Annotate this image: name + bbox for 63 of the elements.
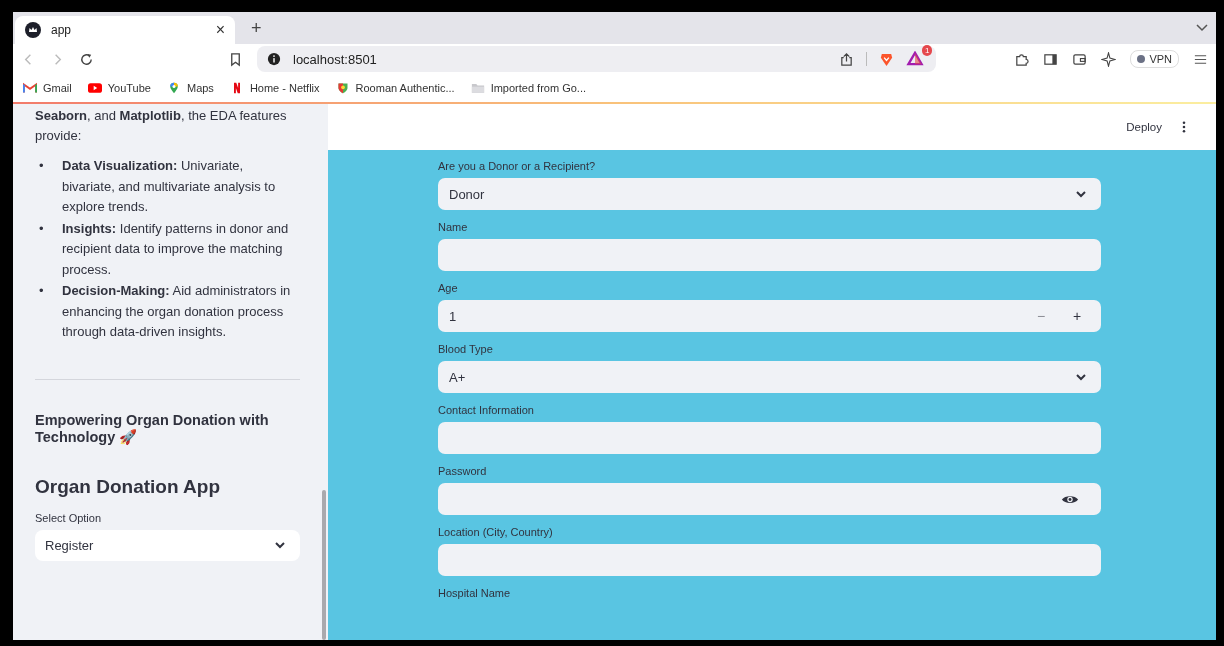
chevron-down-icon: [1075, 373, 1087, 381]
bookmark-item[interactable]: Gmail: [23, 82, 72, 94]
field-label: Blood Type: [438, 343, 494, 355]
share-icon[interactable]: [839, 51, 855, 67]
bookmark-item[interactable]: YouTube: [87, 82, 151, 94]
address-bar[interactable]: localhost:8501 1: [257, 46, 937, 72]
field-label: Location (City, Country): [438, 526, 554, 538]
password-field[interactable]: [438, 483, 1101, 515]
browser-tab[interactable]: app ×: [15, 16, 235, 44]
intro-text: Seaborn, and Matplotlib, the EDA features provide:: [35, 107, 288, 145]
input-field[interactable]: [438, 544, 1101, 576]
increment-button[interactable]: +: [1067, 308, 1087, 324]
puzzle-icon[interactable]: [1014, 51, 1030, 67]
triangle-icon[interactable]: [906, 51, 925, 66]
chevron-down-icon: [274, 541, 286, 549]
bookmark-icon[interactable]: [228, 51, 243, 67]
select-field[interactable]: A+: [438, 361, 1101, 393]
field-label: Contact Information: [438, 404, 535, 416]
bookmark-item[interactable]: Rooman Authentic...: [335, 82, 455, 94]
scrollbar-thumb[interactable]: [322, 490, 326, 640]
bullet-marker: •: [39, 219, 45, 238]
input-field[interactable]: [438, 239, 1101, 271]
bookmark-item[interactable]: Imported from Go...: [470, 82, 586, 94]
option-select[interactable]: Register: [35, 529, 300, 561]
more-options-icon[interactable]: [1182, 121, 1186, 133]
crown-icon: [25, 22, 41, 38]
envelope-icon: [23, 82, 37, 94]
field-label: Are you a Donor or a Recipient?: [438, 160, 597, 172]
input-field[interactable]: [438, 422, 1101, 454]
vpn-button[interactable]: VPN: [1130, 50, 1179, 68]
lion-shield-icon[interactable]: [879, 51, 895, 67]
bullet-text: Insights: Identify patterns in donor and recipient data to improve the matching process.: [62, 219, 290, 279]
bookmark-item[interactable]: Maps: [166, 82, 214, 94]
chevron-down-icon: [1075, 190, 1087, 198]
bullet-marker: •: [39, 157, 45, 175]
tab-title: app: [51, 23, 73, 37]
close-tab-button[interactable]: ×: [215, 21, 225, 39]
bullet-text: Decision-Making: Aid administrators in enhancing the organ donation process through data-driven insights.: [62, 282, 292, 341]
field-label: Name: [438, 221, 469, 233]
sparkle-icon[interactable]: [1101, 51, 1117, 67]
eye-icon[interactable]: [1061, 493, 1079, 505]
new-tab-button[interactable]: +: [251, 18, 262, 39]
field-label: Hospital Name: [438, 587, 512, 599]
field-label: Password: [438, 465, 488, 477]
number-field[interactable]: 1 − +: [438, 300, 1101, 332]
notification-badge: 1: [921, 45, 933, 56]
bookmark-item[interactable]: Home - Netflix: [229, 82, 320, 94]
play-icon: [87, 82, 102, 94]
app-title: Organ Donation App: [35, 475, 222, 498]
info-icon: [267, 52, 281, 66]
wallet-icon[interactable]: [1072, 51, 1088, 67]
sidebar-icon[interactable]: [1043, 51, 1059, 67]
folder-icon: [470, 82, 485, 94]
bullet-marker: •: [39, 282, 45, 300]
select-field[interactable]: Donor: [438, 178, 1101, 210]
deploy-button[interactable]: Deploy: [1126, 121, 1162, 133]
chevron-down-icon[interactable]: [1196, 24, 1208, 32]
field-label: Age: [438, 282, 459, 294]
select-label: Select Option: [35, 511, 103, 524]
bullet-text: Data Visualization: Univariate, bivariate, and multivariate analysis to explore trends.: [62, 157, 277, 216]
tagline-heading: Empowering Organ Donation with Technology 🚀: [35, 411, 270, 446]
reload-icon[interactable]: [79, 51, 94, 67]
url-text: localhost:8501: [293, 51, 378, 67]
